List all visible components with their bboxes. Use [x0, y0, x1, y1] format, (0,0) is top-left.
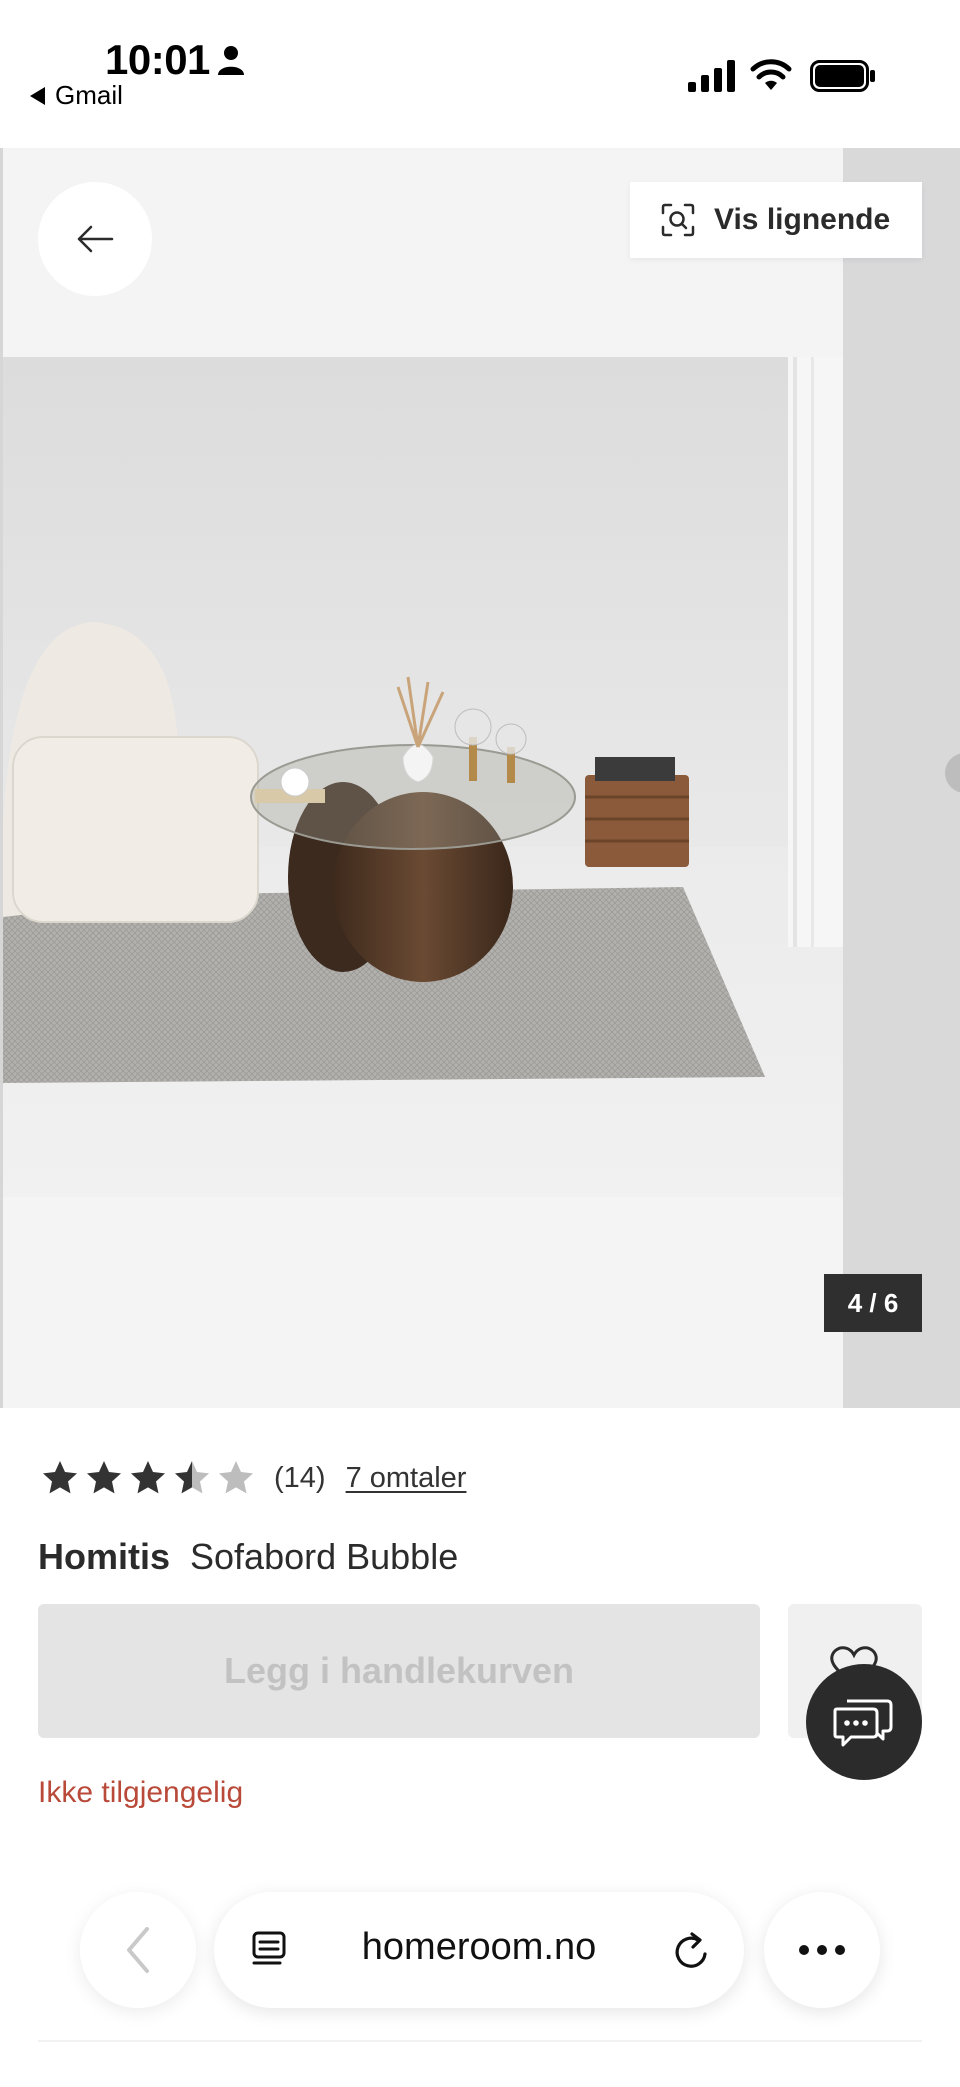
back-button[interactable] [38, 182, 152, 296]
more-dot [817, 1945, 827, 1955]
availability-status: Ikke tilgjengelig [38, 1776, 244, 1809]
product-gallery[interactable]: Vis lignende 4 / 6 [0, 148, 960, 1408]
star-empty-icon [219, 1461, 253, 1494]
star-full-icon [131, 1461, 165, 1494]
rating-row: (14) 7 omtaler [40, 1456, 466, 1500]
arrow-left-icon [77, 225, 114, 253]
review-count: (14) [274, 1461, 326, 1494]
star-full-icon [43, 1461, 77, 1494]
more-dot [799, 1945, 809, 1955]
back-to-app[interactable]: Gmail [30, 80, 123, 111]
chevron-left-icon [127, 1927, 149, 1973]
view-similar-button[interactable]: Vis lignende [630, 182, 922, 258]
product-brand[interactable]: Homitis [38, 1536, 170, 1578]
star-full-icon [87, 1461, 121, 1494]
next-image-peek[interactable] [843, 148, 960, 1408]
status-bar: 10:01 Gmail [0, 0, 960, 148]
more-dot [835, 1945, 845, 1955]
star-half-icon [175, 1461, 209, 1494]
battery-icon [810, 60, 875, 92]
reload-icon[interactable] [672, 1930, 712, 1972]
reviews-link[interactable]: 7 omtaler [346, 1462, 467, 1495]
wifi-icon [750, 59, 792, 90]
back-triangle-icon [30, 86, 45, 105]
visual-search-icon [661, 203, 695, 237]
cellular-signal-icon [688, 60, 735, 92]
browser-back-button[interactable] [80, 1892, 196, 2008]
product-name: Sofabord Bubble [190, 1536, 459, 1577]
status-time: 10:01 [105, 36, 210, 83]
product-title: Homitis Sofabord Bubble [38, 1536, 458, 1578]
section-divider [38, 2040, 922, 2042]
url-text: homeroom.no [361, 1926, 597, 1968]
chat-button[interactable] [806, 1664, 922, 1780]
view-similar-label: Vis lignende [714, 203, 891, 236]
chat-bubbles-icon [833, 1699, 893, 1747]
browser-toolbar: homeroom.no [0, 1870, 960, 2020]
star-rating [40, 1458, 256, 1498]
person-icon [218, 46, 244, 75]
more-options-button[interactable] [764, 1892, 880, 2008]
image-counter: 4 / 6 [824, 1274, 922, 1332]
product-photo-illustration [3, 357, 843, 1197]
address-bar[interactable]: homeroom.no [214, 1892, 744, 2008]
product-photo[interactable] [3, 357, 843, 1197]
back-app-label: Gmail [55, 80, 123, 110]
add-to-cart-button[interactable]: Legg i handlekurven [38, 1604, 760, 1738]
